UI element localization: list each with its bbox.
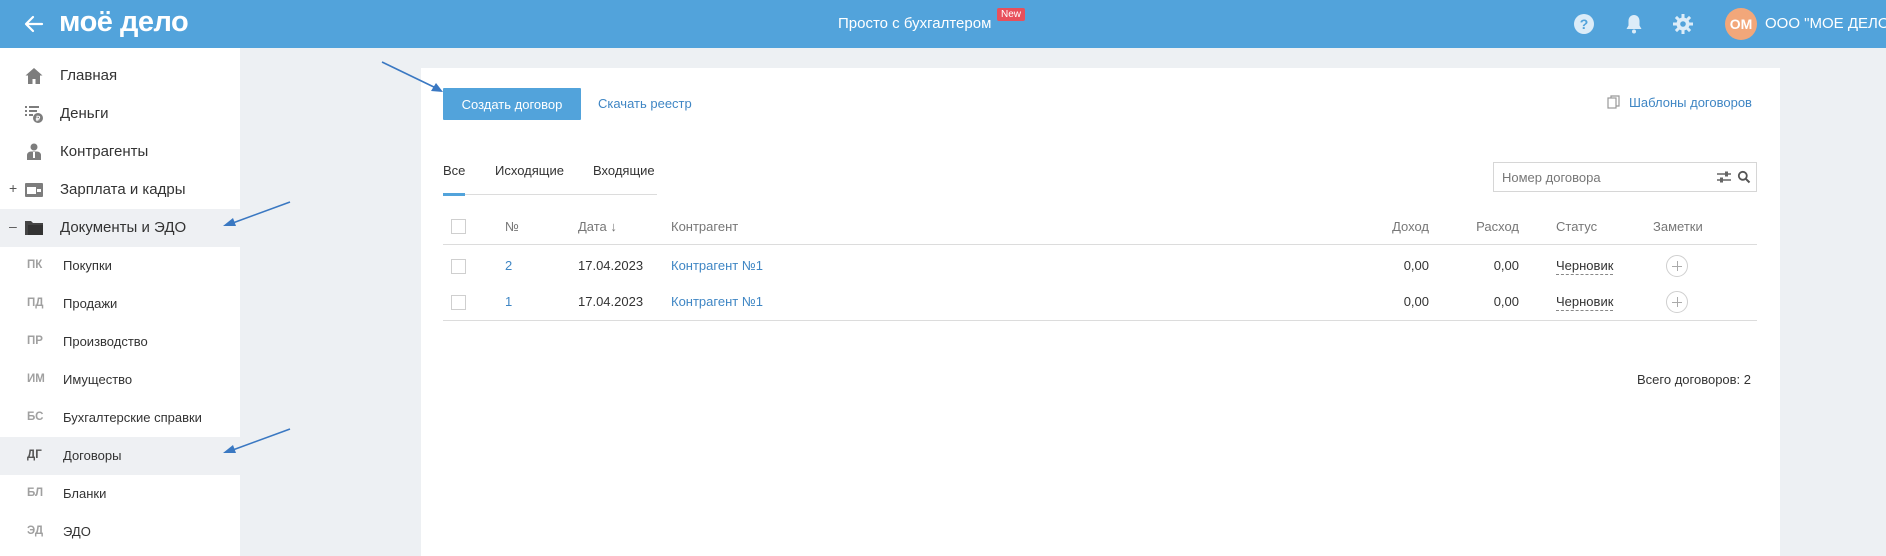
money-icon: ₽ bbox=[25, 106, 43, 123]
sidebar-subitem-accounting-statements[interactable]: БС Бухгалтерские справки bbox=[0, 399, 240, 437]
direction-tabs: Все Исходящие Входящие bbox=[443, 163, 657, 196]
company-name[interactable]: ООО "МОЕ ДЕЛО" bbox=[1765, 15, 1886, 32]
sidebar-subitem-forms[interactable]: БЛ Бланки bbox=[0, 475, 240, 513]
sidebar-item-label: Главная bbox=[60, 67, 118, 84]
sidebar-item-label: Документы и ЭДО bbox=[60, 219, 187, 236]
avatar[interactable]: ОМ bbox=[1725, 8, 1757, 40]
folder-icon bbox=[25, 221, 43, 235]
wallet-icon bbox=[25, 183, 43, 197]
row-contractor-link[interactable]: Контрагент №1 bbox=[671, 258, 763, 273]
header-contractor: Контрагент bbox=[671, 219, 739, 234]
create-contract-button[interactable]: Создать договор bbox=[443, 88, 581, 120]
sidebar-subitem-purchases[interactable]: ПК Покупки bbox=[0, 247, 240, 285]
subitem-label: Бланки bbox=[63, 486, 107, 501]
gear-icon[interactable] bbox=[1671, 12, 1695, 36]
subitem-code: ДГ bbox=[27, 449, 42, 461]
table-row: 1 17.04.2023 Контрагент №1 0,00 0,00 Чер… bbox=[443, 284, 1757, 320]
templates-label: Шаблоны договоров bbox=[1629, 95, 1752, 110]
header-income: Доход bbox=[1392, 219, 1429, 234]
table-row: 2 17.04.2023 Контрагент №1 0,00 0,00 Чер… bbox=[443, 248, 1757, 284]
download-registry-link[interactable]: Скачать реестр bbox=[598, 96, 692, 111]
help-icon[interactable]: ? bbox=[1572, 12, 1596, 36]
subitem-label: Бухгалтерские справки bbox=[63, 410, 202, 425]
logo[interactable]: моё дело bbox=[59, 6, 189, 39]
subitem-code: ПД bbox=[27, 297, 44, 309]
tab-outgoing[interactable]: Исходящие bbox=[495, 163, 564, 195]
subitem-label: Производство bbox=[63, 334, 148, 349]
subitem-code: ПК bbox=[27, 259, 43, 271]
table-header: № Дата ↓ Контрагент Доход Расход Статус … bbox=[443, 209, 1757, 245]
sidebar-item-label: Контрагенты bbox=[60, 143, 149, 160]
search-icon[interactable] bbox=[1737, 170, 1751, 184]
row-date: 17.04.2023 bbox=[578, 294, 644, 309]
sidebar-item-documents[interactable]: – Документы и ЭДО bbox=[0, 209, 240, 247]
expand-toggle[interactable]: + bbox=[9, 180, 17, 196]
row-number-link[interactable]: 1 bbox=[505, 294, 512, 309]
sidebar-item-contractors[interactable]: Контрагенты bbox=[0, 133, 240, 171]
sidebar-subitem-contracts[interactable]: ДГ Договоры bbox=[0, 437, 240, 475]
sidebar-subitem-production[interactable]: ПР Производство bbox=[0, 323, 240, 361]
back-arrow-icon[interactable] bbox=[22, 12, 46, 36]
subitem-label: Покупки bbox=[63, 258, 112, 273]
top-bar: моё дело Просто с бухгалтером New ? ОМ О… bbox=[0, 0, 1886, 48]
sidebar-item-money[interactable]: ₽ Деньги bbox=[0, 95, 240, 133]
row-checkbox[interactable] bbox=[451, 295, 466, 310]
subitem-label: Договоры bbox=[63, 448, 122, 463]
header-date[interactable]: Дата ↓ bbox=[578, 219, 617, 234]
row-status[interactable]: Черновик bbox=[1556, 294, 1614, 311]
subitem-code: ИМ bbox=[27, 373, 45, 385]
sidebar-subitem-edo[interactable]: ЭД ЭДО bbox=[0, 513, 240, 551]
table-divider bbox=[443, 320, 1757, 321]
add-note-icon[interactable] bbox=[1666, 255, 1688, 277]
contract-search bbox=[1493, 162, 1757, 192]
sidebar: Главная ₽ Деньги Контрагенты + Зарплата … bbox=[0, 48, 240, 556]
subitem-code: ПР bbox=[27, 335, 43, 347]
sidebar-item-salary[interactable]: + Зарплата и кадры bbox=[0, 171, 240, 209]
bell-icon[interactable] bbox=[1622, 12, 1646, 36]
tab-incoming[interactable]: Входящие bbox=[593, 163, 655, 195]
row-date: 17.04.2023 bbox=[578, 258, 644, 273]
subitem-code: БЛ bbox=[27, 487, 44, 499]
subitem-code: БС bbox=[27, 411, 44, 423]
header-number[interactable]: № bbox=[505, 219, 519, 234]
header-expense: Расход bbox=[1476, 219, 1519, 234]
select-all-checkbox[interactable] bbox=[451, 219, 466, 234]
sidebar-item-label: Деньги bbox=[60, 105, 109, 122]
subitem-label: Продажи bbox=[63, 296, 118, 311]
row-expense: 0,00 bbox=[1493, 294, 1519, 309]
tab-all[interactable]: Все bbox=[443, 163, 466, 196]
row-expense: 0,00 bbox=[1493, 258, 1519, 273]
contract-number-input[interactable] bbox=[1494, 163, 1710, 191]
sidebar-subitem-property[interactable]: ИМ Имущество bbox=[0, 361, 240, 399]
header-notes: Заметки bbox=[1653, 219, 1703, 234]
home-icon bbox=[25, 68, 43, 84]
contracts-panel: Создать договор Скачать реестр Шаблоны д… bbox=[421, 68, 1780, 556]
total-contracts: Всего договоров: 2 bbox=[1637, 372, 1752, 387]
svg-text:₽: ₽ bbox=[36, 115, 41, 123]
row-checkbox[interactable] bbox=[451, 259, 466, 274]
add-note-icon[interactable] bbox=[1666, 291, 1688, 313]
filter-icon[interactable] bbox=[1716, 170, 1732, 184]
subitem-label: ЭДО bbox=[63, 524, 91, 539]
row-contractor-link[interactable]: Контрагент №1 bbox=[671, 294, 763, 309]
plan-title[interactable]: Просто с бухгалтером bbox=[838, 15, 991, 32]
new-badge: New bbox=[997, 8, 1026, 21]
copy-icon bbox=[1607, 95, 1620, 109]
header-status: Статус bbox=[1556, 219, 1598, 234]
sidebar-item-label: Зарплата и кадры bbox=[60, 181, 186, 198]
sidebar-item-home[interactable]: Главная bbox=[0, 57, 240, 95]
row-income: 0,00 bbox=[1403, 294, 1429, 309]
svg-text:?: ? bbox=[1580, 16, 1589, 32]
contractors-icon bbox=[27, 143, 41, 160]
sidebar-subitem-sales[interactable]: ПД Продажи bbox=[0, 285, 240, 323]
subitem-label: Имущество bbox=[63, 372, 133, 387]
row-number-link[interactable]: 2 bbox=[505, 258, 512, 273]
row-income: 0,00 bbox=[1403, 258, 1429, 273]
subitem-code: ЭД bbox=[27, 525, 44, 537]
collapse-toggle[interactable]: – bbox=[9, 218, 17, 234]
row-status[interactable]: Черновик bbox=[1556, 258, 1614, 275]
